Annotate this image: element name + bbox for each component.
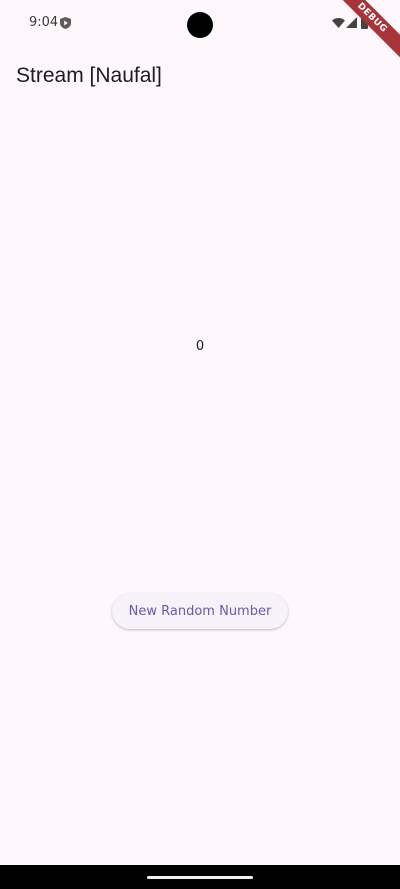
camera-cutout [187, 12, 213, 38]
wifi-icon [332, 18, 345, 28]
page-title: Stream [Naufal] [16, 64, 162, 87]
home-gesture-handle[interactable] [147, 876, 253, 879]
app-screen: 9:04 DEBUG Stream [Naufal] 0 New Random … [0, 0, 400, 889]
status-bar: 9:04 [0, 0, 400, 50]
navigation-bar [0, 865, 400, 889]
random-number-display: 0 [195, 339, 205, 354]
new-random-number-button[interactable]: New Random Number [112, 593, 288, 629]
shield-icon [60, 17, 71, 29]
status-time: 9:04 [29, 15, 59, 30]
signal-icon [346, 17, 357, 28]
